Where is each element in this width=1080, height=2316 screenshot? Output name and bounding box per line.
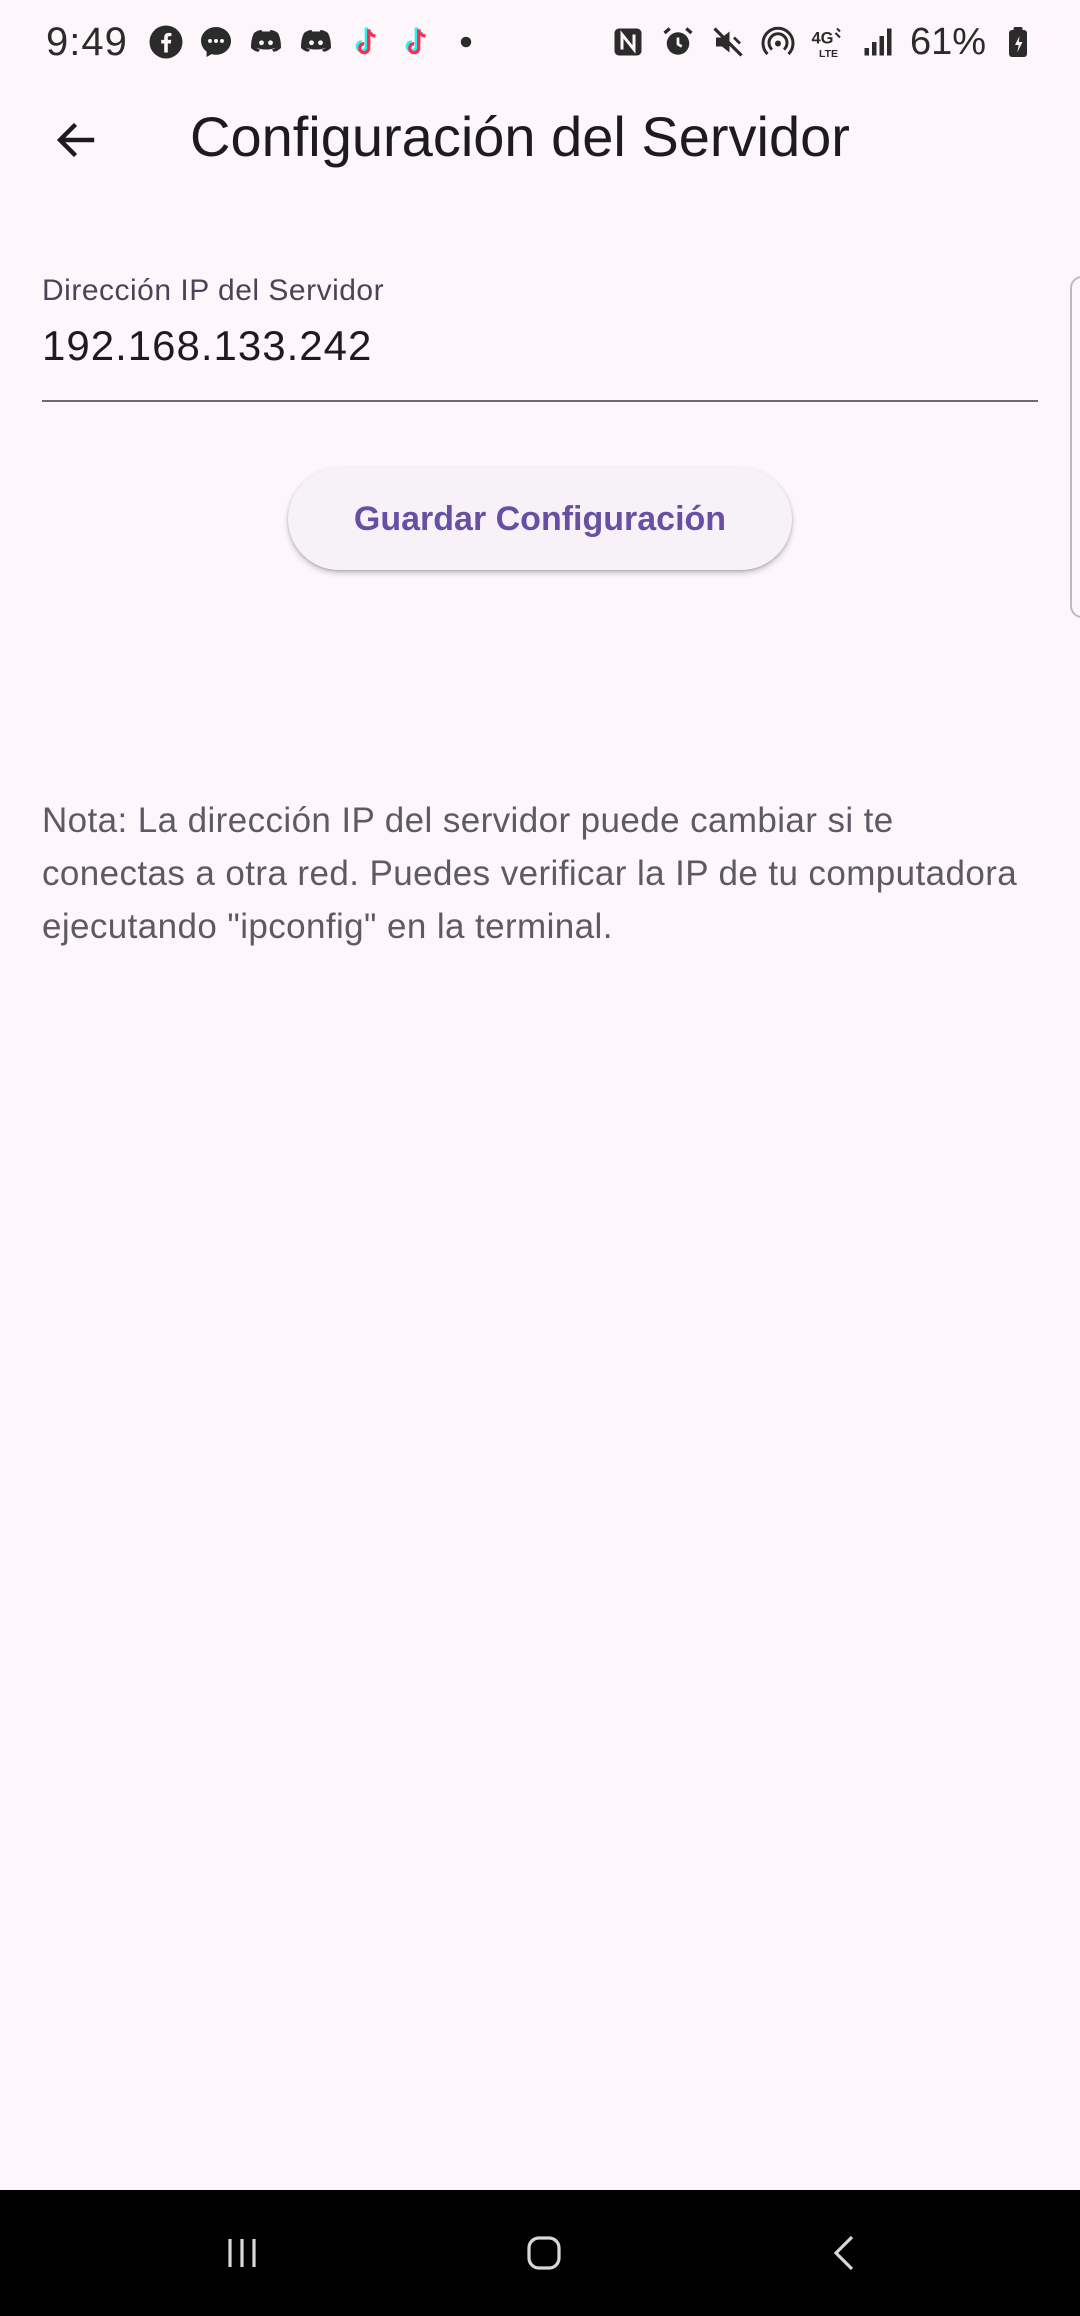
signal-icon [860,24,896,60]
hotspot-icon [760,24,796,60]
4g-lte-icon: 4G LTE [810,24,846,60]
status-time: 9:49 [46,19,128,64]
nav-back-button[interactable] [806,2220,886,2286]
back-button[interactable] [42,106,110,174]
facebook-icon [148,24,184,60]
svg-text:4G: 4G [811,30,833,48]
status-bar: 9:49 4G LTE 61% [0,0,1080,84]
save-config-button[interactable]: Guardar Configuración [288,468,792,570]
back-icon [833,2235,854,2271]
ip-address-field[interactable]: Dirección IP del Servidor 192.168.133.24… [42,268,1038,402]
tiktok-icon [398,24,434,60]
ip-address-label: Dirección IP del Servidor [42,274,385,307]
nfc-icon [610,24,646,60]
tiktok-icon [348,24,384,60]
note-text: Nota: La dirección IP del servidor puede… [42,801,1018,946]
ip-address-input[interactable]: 192.168.133.242 [42,322,372,370]
svg-text:LTE: LTE [819,48,838,60]
recents-button[interactable] [202,2220,282,2286]
arrow-back-icon [56,122,95,158]
page-title: Configuración del Servidor [190,105,850,168]
alarm-icon [660,24,696,60]
home-icon [527,2236,561,2270]
dot-icon [448,24,484,60]
navigation-bar [0,2190,1080,2316]
status-right: 4G LTE 61% [610,21,1036,64]
status-left: 9:49 [46,20,484,65]
battery-icon [1000,24,1036,60]
app-bar: Configuración del Servidor [0,84,1080,196]
discord-icon [298,24,334,60]
recents-icon [228,2239,256,2267]
edge-panel-handle[interactable] [1070,276,1080,618]
messenger-icon [198,24,234,60]
battery-percentage: 61% [909,20,986,63]
discord-icon [248,24,284,60]
mute-icon [710,24,746,60]
home-button[interactable] [504,2220,584,2286]
screen: 9:49 4G LTE 61% Configuración del Servid… [0,0,1080,2316]
